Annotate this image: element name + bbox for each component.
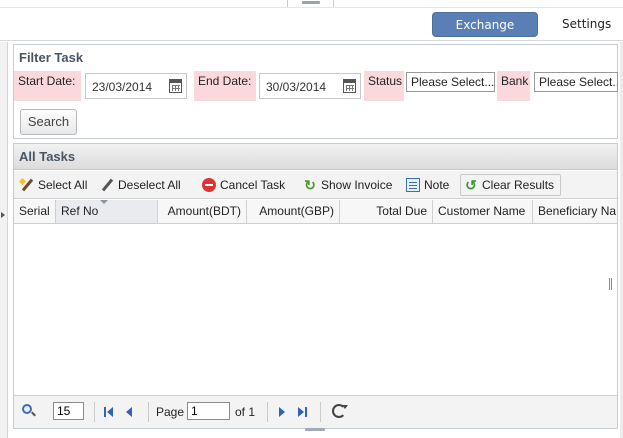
page-count-label: of 1 (235, 405, 256, 419)
expand-arrow-icon (1, 212, 5, 218)
column-header-total-due[interactable]: Total Due (340, 200, 433, 223)
column-header-amount-gbp[interactable]: Amount(GBP) (247, 200, 340, 223)
bank-label: Bank (497, 71, 530, 101)
settings-link[interactable]: Settings (555, 12, 618, 37)
grid-body[interactable] (14, 225, 617, 393)
invoice-icon: ↻ (304, 177, 316, 193)
end-date-label: End Date: (194, 71, 256, 101)
clear-icon: ↺ (465, 177, 477, 193)
last-page-icon[interactable] (296, 406, 308, 418)
filter-task-panel: Filter Task Start Date: 23/03/2014 End D… (13, 44, 618, 139)
note-icon (406, 178, 420, 192)
column-header-ref-no[interactable]: Ref No (56, 200, 158, 223)
deselect-all-button[interactable]: Deselect All (97, 174, 184, 196)
first-page-icon[interactable] (103, 406, 115, 418)
clear-results-button[interactable]: ↺ Clear Results (460, 174, 562, 196)
top-panel-handle[interactable] (287, 0, 334, 7)
previous-page-icon[interactable] (124, 406, 136, 418)
left-collapse-bar[interactable] (0, 42, 8, 438)
ref-no-label: Ref No (61, 204, 99, 218)
search-icon[interactable] (22, 404, 32, 414)
pager-separator (148, 402, 149, 422)
search-button[interactable]: Search (20, 109, 77, 135)
pager-toolbar: Page of 1 (14, 395, 617, 428)
column-header-amount-bdt[interactable]: Amount(BDT) (158, 200, 247, 223)
status-select[interactable]: Please Select... (406, 72, 495, 92)
select-all-button[interactable]: Select All (17, 174, 90, 196)
bank-select[interactable]: Please Select... (534, 72, 618, 92)
all-tasks-panel: All Tasks Select All Deselect All Cancel… (13, 143, 618, 429)
calendar-icon[interactable] (169, 79, 182, 93)
show-invoice-button[interactable]: ↻ Show Invoice (300, 174, 395, 196)
top-header: Exchange House Settings (0, 7, 623, 57)
end-date-value: 30/03/2014 (266, 80, 327, 94)
filter-title: Filter Task (19, 50, 84, 65)
clear-results-label: Clear Results (482, 178, 555, 192)
tasks-title: All Tasks (14, 144, 617, 170)
next-page-icon[interactable] (276, 406, 288, 418)
magic-wand-icon (20, 178, 34, 192)
grid-header: Serial Ref No Amount(BDT) Amount(GBP) To… (14, 200, 617, 224)
handle-grip (302, 1, 320, 4)
page-number-input[interactable] (187, 402, 230, 420)
status-label: Status (364, 71, 404, 101)
sort-indicator-icon (100, 200, 108, 204)
refresh-icon[interactable] (332, 404, 348, 418)
pager-separator (94, 402, 95, 422)
page-size-input[interactable] (53, 402, 84, 420)
bottom-panel-handle[interactable] (305, 428, 325, 431)
calendar-icon[interactable] (343, 79, 356, 93)
tasks-toolbar: Select All Deselect All Cancel Task ↻ Sh… (14, 171, 617, 199)
page-label: Page (156, 405, 185, 419)
show-invoice-label: Show Invoice (321, 178, 393, 192)
deselect-all-label: Deselect All (118, 178, 181, 192)
column-header-beneficiary-name[interactable]: Beneficiary Na (533, 200, 617, 223)
note-label: Note (424, 178, 450, 192)
start-date-label: Start Date: (14, 71, 81, 101)
cancel-task-label: Cancel Task (220, 178, 286, 192)
start-date-field[interactable]: 23/03/2014 (85, 73, 187, 99)
scroll-grip-icon[interactable] (609, 278, 613, 290)
select-all-label: Select All (38, 178, 88, 192)
cancel-icon (202, 178, 216, 192)
pencil-icon (100, 178, 114, 192)
pager-separator (267, 402, 268, 422)
column-header-serial[interactable]: Serial (14, 200, 56, 223)
pager-separator (320, 402, 321, 422)
exchange-house-button[interactable]: Exchange House (432, 12, 538, 57)
column-header-customer-name[interactable]: Customer Name (433, 200, 533, 223)
note-button[interactable]: Note (403, 174, 452, 196)
end-date-field[interactable]: 30/03/2014 (259, 73, 361, 99)
cancel-task-button[interactable]: Cancel Task (199, 174, 288, 196)
start-date-value: 23/03/2014 (92, 80, 153, 94)
